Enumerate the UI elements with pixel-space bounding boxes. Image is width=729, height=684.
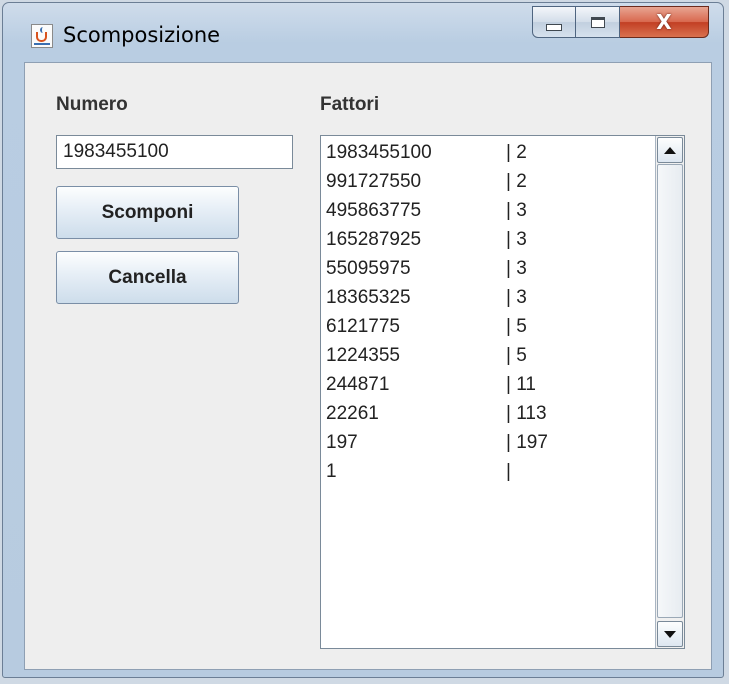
- close-icon: X: [656, 10, 672, 34]
- factor-value: | 3: [506, 200, 527, 221]
- fattori-rows: 1983455100 | 2 991727550 | 2 495863775 | 3 165…: [326, 142, 646, 490]
- window-title: Scomposizione: [63, 23, 221, 47]
- scroll-thumb[interactable]: [657, 164, 683, 618]
- cancella-button[interactable]: Cancella: [56, 251, 239, 304]
- list-item[interactable]: 22261 | 113: [326, 403, 646, 432]
- arrow-up-icon: [664, 146, 676, 154]
- maximize-button[interactable]: [576, 6, 620, 38]
- list-item[interactable]: 1224355 | 5: [326, 345, 646, 374]
- arrow-down-icon: [664, 630, 676, 638]
- list-item[interactable]: 6121775 | 5: [326, 316, 646, 345]
- list-item[interactable]: 1 |: [326, 461, 646, 490]
- window-controls: X: [532, 6, 709, 38]
- scroll-up-button[interactable]: [657, 137, 683, 163]
- vertical-scrollbar[interactable]: [655, 136, 684, 648]
- quotient-value: 197: [326, 432, 358, 453]
- maximize-icon: [590, 16, 605, 28]
- factor-value: | 2: [506, 142, 527, 163]
- java-coffee-cup-icon[interactable]: [31, 24, 53, 48]
- factor-value: | 3: [506, 229, 527, 250]
- numero-label: Numero: [56, 94, 128, 115]
- minimize-button[interactable]: [532, 6, 576, 38]
- content-panel: Numero Scomponi Cancella Fattori 1983455…: [24, 62, 712, 670]
- list-item[interactable]: 165287925 | 3: [326, 229, 646, 258]
- fattori-list[interactable]: 1983455100 | 2 991727550 | 2 495863775 | 3 165…: [320, 135, 685, 649]
- factor-value: | 2: [506, 171, 527, 192]
- minimize-icon: [546, 23, 562, 31]
- quotient-value: 6121775: [326, 316, 400, 337]
- factor-value: | 11: [506, 374, 536, 395]
- application-window: Scomposizione X Numero Scomponi Cancella…: [2, 2, 724, 678]
- quotient-value: 1: [326, 461, 337, 482]
- scomponi-button[interactable]: Scomponi: [56, 186, 239, 239]
- quotient-value: 991727550: [326, 171, 422, 192]
- list-item[interactable]: 197 | 197: [326, 432, 646, 461]
- quotient-value: 165287925: [326, 229, 422, 250]
- fattori-label: Fattori: [320, 94, 380, 115]
- list-item[interactable]: 18365325 | 3: [326, 287, 646, 316]
- list-item[interactable]: 495863775 | 3: [326, 200, 646, 229]
- quotient-value: 1224355: [326, 345, 400, 366]
- factor-value: | 3: [506, 258, 527, 279]
- factor-value: | 113: [506, 403, 547, 424]
- quotient-value: 55095975: [326, 258, 411, 279]
- list-item[interactable]: 244871 | 11: [326, 374, 646, 403]
- scroll-down-button[interactable]: [657, 621, 683, 647]
- numero-input[interactable]: [56, 135, 293, 169]
- list-item[interactable]: 55095975 | 3: [326, 258, 646, 287]
- close-button[interactable]: X: [620, 6, 709, 38]
- quotient-value: 244871: [326, 374, 390, 395]
- title-bar[interactable]: Scomposizione X: [3, 3, 723, 57]
- quotient-value: 22261: [326, 403, 379, 424]
- factor-value: | 3: [506, 287, 527, 308]
- factor-value: | 5: [506, 316, 527, 337]
- quotient-value: 18365325: [326, 287, 411, 308]
- factor-value: |: [506, 461, 511, 482]
- factor-value: | 197: [506, 432, 548, 453]
- list-item[interactable]: 991727550 | 2: [326, 171, 646, 200]
- quotient-value: 495863775: [326, 200, 422, 221]
- quotient-value: 1983455100: [326, 142, 432, 163]
- list-item[interactable]: 1983455100 | 2: [326, 142, 646, 171]
- factor-value: | 5: [506, 345, 527, 366]
